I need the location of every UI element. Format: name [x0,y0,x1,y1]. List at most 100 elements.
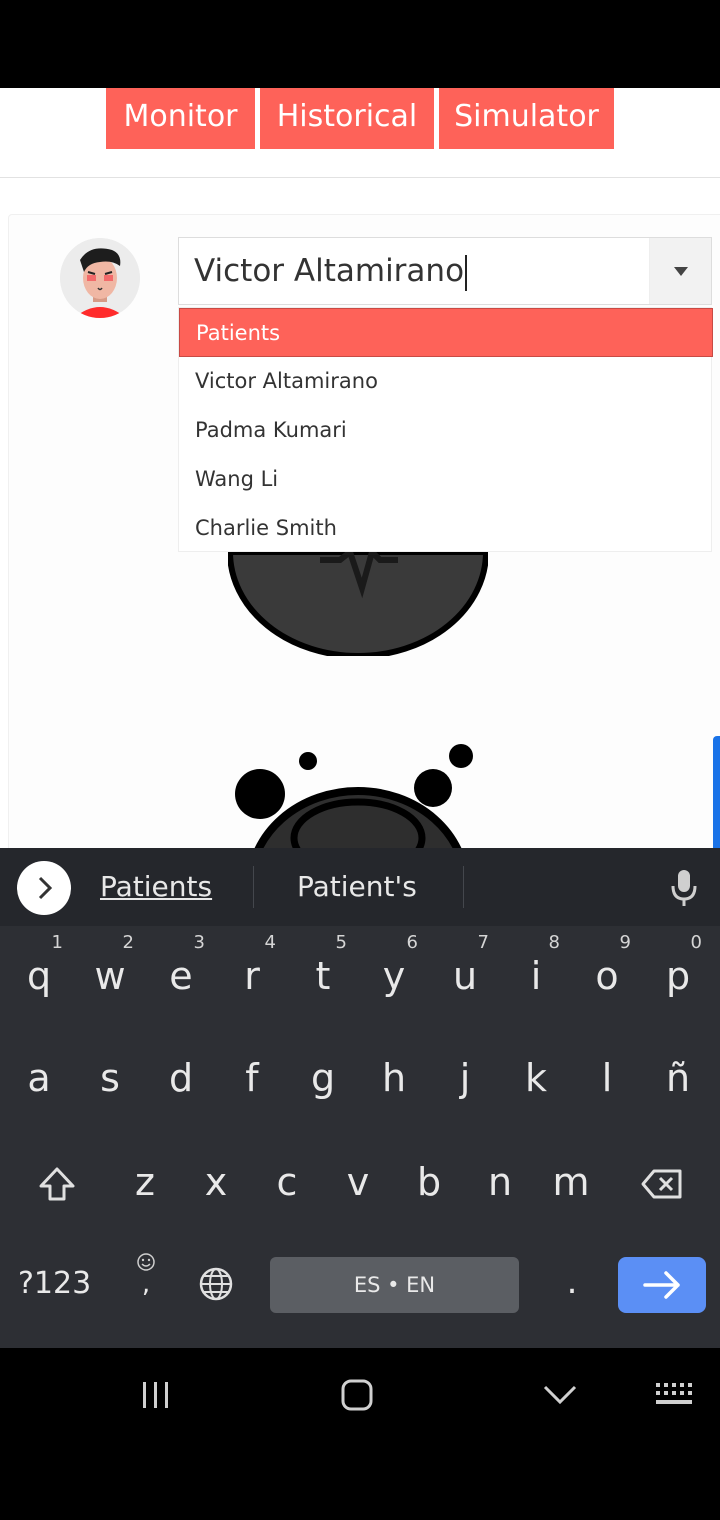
key-label: r [244,954,260,998]
key-label: x [204,1160,228,1204]
system-nav-bar [0,1348,720,1520]
divider [253,866,254,908]
tab-simulator[interactable]: Simulator [439,88,614,149]
chevron-right-icon [38,876,53,900]
key-hint: 5 [335,932,347,953]
chevron-down-icon[interactable] [649,238,711,304]
key-label: d [168,1056,194,1100]
period-key[interactable]: . [560,1262,584,1302]
key-ñ[interactable]: ñ [658,1056,698,1100]
key-p[interactable]: p0 [658,932,702,998]
key-a[interactable]: a [19,1056,59,1100]
key-h[interactable]: h [374,1056,414,1100]
key-label: m [552,1160,590,1204]
key-label: v [346,1160,370,1204]
heart-rate-gauge-icon [228,552,488,656]
key-label: s [100,1056,120,1100]
shift-icon[interactable] [38,1166,76,1202]
key-i[interactable]: i8 [516,932,560,998]
key-b[interactable]: b [409,1160,449,1204]
home-icon[interactable] [340,1378,374,1412]
suggestion-bar: Patients Patient's [0,848,720,926]
divider [463,866,464,908]
key-t[interactable]: t5 [303,932,347,998]
key-label: b [416,1160,442,1204]
key-label: k [524,1056,547,1100]
symbols-key[interactable]: ?123 [18,1266,91,1301]
key-hint: 3 [193,932,205,953]
key-s[interactable]: s [90,1056,130,1100]
patient-select-value[interactable]: Victor Altamirano [194,238,468,304]
key-label: ñ [665,1056,691,1100]
key-label: y [382,954,406,998]
key-y[interactable]: y6 [374,932,418,998]
suggestion-1[interactable]: Patients [100,848,212,926]
space-key[interactable]: ES • EN [270,1257,519,1313]
arrow-right-icon [643,1271,680,1299]
key-x[interactable]: x [196,1160,236,1204]
scrollbar[interactable] [713,736,720,848]
hide-keyboard-icon[interactable] [542,1384,578,1406]
patient-select[interactable]: Victor Altamirano [178,237,712,305]
keyboard-icon[interactable] [655,1382,693,1408]
backspace-icon[interactable] [641,1168,683,1200]
key-d[interactable]: d [161,1056,201,1100]
patient-select-text: Victor Altamirano [194,253,465,289]
tab-monitor[interactable]: Monitor [106,88,255,149]
expand-toolbar-button[interactable] [17,861,71,915]
key-hint: 8 [548,932,560,953]
key-hint: 0 [690,932,702,953]
key-hint: 2 [122,932,134,953]
key-r[interactable]: r4 [232,932,276,998]
key-label: f [245,1056,259,1100]
key-label: e [169,954,193,998]
key-g[interactable]: g [303,1056,343,1100]
key-v[interactable]: v [338,1160,378,1204]
key-q[interactable]: q1 [19,932,63,998]
key-label: u [452,954,478,998]
keyboard: Patients Patient's q1w2e3r4t5y6u7i8o9p0 … [0,848,720,1348]
lung-gauge-icon [235,744,473,848]
key-label: q [26,954,52,998]
key-l[interactable]: l [587,1056,627,1100]
key-k[interactable]: k [516,1056,556,1100]
dropdown-option[interactable]: Wang Li [179,455,713,504]
dropdown-option[interactable]: Padma Kumari [179,406,713,455]
dropdown-option[interactable]: Charlie Smith [179,504,713,553]
key-m[interactable]: m [551,1160,591,1204]
key-label: o [595,954,619,998]
key-label: h [381,1056,407,1100]
key-label: a [27,1056,51,1100]
globe-icon[interactable] [198,1266,234,1302]
key-label: w [94,954,126,998]
key-label: i [530,954,542,998]
dropdown-option[interactable]: Victor Altamirano [179,357,713,406]
patient-avatar [60,238,140,318]
key-c[interactable]: c [267,1160,307,1204]
comma-key[interactable]: , [134,1252,158,1299]
microphone-icon[interactable] [668,868,700,908]
recent-apps-icon[interactable] [140,1380,172,1410]
key-n[interactable]: n [480,1160,520,1204]
key-o[interactable]: o9 [587,932,631,998]
key-w[interactable]: w2 [90,932,134,998]
comma-label: , [141,1269,151,1299]
key-label: z [135,1160,155,1204]
tab-historical[interactable]: Historical [260,88,434,149]
key-hint: 7 [477,932,489,953]
app-content: Monitor Historical Simulator Victor Alta… [0,88,720,848]
key-label: g [310,1056,336,1100]
key-e[interactable]: e3 [161,932,205,998]
key-z[interactable]: z [125,1160,165,1204]
dropdown-header: Patients [179,308,713,357]
key-j[interactable]: j [445,1056,485,1100]
key-f[interactable]: f [232,1056,272,1100]
key-u[interactable]: u7 [445,932,489,998]
key-label: n [487,1160,513,1204]
key-hint: 1 [51,932,63,953]
key-label: j [459,1056,471,1100]
key-hint: 6 [406,932,418,953]
enter-key[interactable] [618,1257,706,1313]
key-label: t [315,954,331,998]
suggestion-2[interactable]: Patient's [297,848,417,926]
